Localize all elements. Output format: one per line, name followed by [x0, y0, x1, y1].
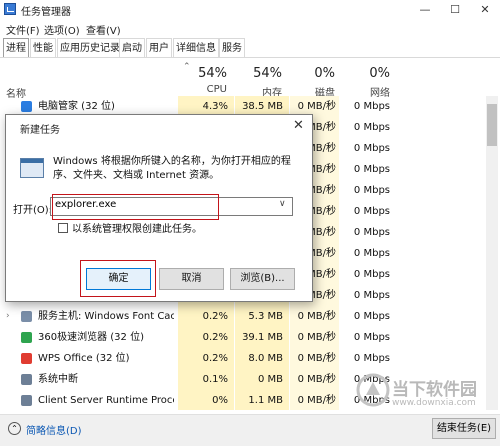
dialog-description: Windows 将根据你所键入的名称，为你打开相应的程序、文件夹、文档或 Int… — [53, 156, 291, 181]
tab-app-history[interactable]: 应用历史记录 — [57, 38, 123, 57]
system-icon — [21, 395, 32, 406]
table-row[interactable]: WPS Office (32 位) 0.2% 8.0 MB 0 MB/秒 0 Mbps — [0, 348, 500, 369]
shield-icon — [21, 101, 32, 112]
dialog-title: 新建任务 — [20, 125, 60, 136]
highlight-box-input — [52, 194, 219, 220]
watermark-url: www.downxia.com — [392, 398, 476, 408]
less-details-link[interactable]: 简略信息(D) — [26, 422, 82, 437]
menu-view[interactable]: 查看(V) — [86, 22, 121, 37]
process-name: 服务主机: Windows Font Cac... — [38, 311, 174, 322]
end-task-button[interactable]: 结束任务(E) — [432, 418, 496, 439]
gear-icon — [21, 311, 32, 322]
tab-details[interactable]: 详细信息 — [173, 38, 219, 57]
cpu-value: 0.2% — [202, 353, 228, 364]
cpu-value: 0.2% — [202, 332, 228, 343]
maximize-button[interactable]: ☐ — [440, 0, 470, 20]
network-value: 0 Mbps — [353, 185, 390, 196]
admin-checkbox-label[interactable]: 以系统管理权限创建此任务。 — [72, 220, 202, 235]
disk-value: 0 MB/秒 — [297, 353, 336, 364]
network-value: 0 Mbps — [353, 143, 390, 154]
network-value: 0 Mbps — [353, 206, 390, 217]
tab-performance[interactable]: 性能 — [30, 38, 56, 57]
close-button[interactable]: ✕ — [470, 0, 500, 20]
tab-startup[interactable]: 启动 — [119, 38, 145, 57]
watermark-text: 当下软件园 — [392, 380, 477, 400]
cpu-value: 0.2% — [202, 311, 228, 322]
admin-checkbox[interactable] — [58, 223, 68, 233]
wps-icon — [21, 353, 32, 364]
disk-value: 0 MB/秒 — [297, 332, 336, 343]
column-header-cpu[interactable]: CPU — [185, 84, 227, 95]
network-value: 0 Mbps — [353, 290, 390, 301]
process-name: Client Server Runtime Process — [38, 395, 174, 406]
network-value: 0 Mbps — [353, 353, 390, 364]
task-manager-icon — [4, 3, 16, 15]
menu-options[interactable]: 选项(O) — [44, 22, 80, 37]
cpu-total[interactable]: 54% — [185, 66, 227, 81]
expand-chevron-icon[interactable]: › — [6, 306, 10, 327]
browser-icon — [21, 332, 32, 343]
process-name: WPS Office (32 位) — [38, 353, 130, 364]
network-total[interactable]: 0% — [350, 66, 390, 81]
network-value: 0 Mbps — [353, 269, 390, 280]
disk-value: 0 MB/秒 — [297, 395, 336, 406]
window-title: 任务管理器 — [21, 7, 71, 18]
memory-value: 5.3 MB — [248, 311, 283, 322]
network-value: 0 Mbps — [353, 248, 390, 259]
cpu-value: 0.1% — [202, 374, 228, 385]
minimize-button[interactable]: — — [410, 0, 440, 20]
browse-button[interactable]: 浏览(B)... — [230, 268, 295, 290]
collapse-icon[interactable]: ⌃ — [8, 422, 21, 435]
menu-file[interactable]: 文件(F) — [6, 22, 40, 37]
tab-processes[interactable]: 进程 — [3, 38, 29, 57]
dialog-close-button[interactable]: ✕ — [293, 118, 304, 133]
cpu-value: 0% — [212, 395, 228, 406]
scrollbar-thumb[interactable] — [487, 104, 497, 146]
network-value: 0 Mbps — [353, 164, 390, 175]
network-value: 0 Mbps — [353, 332, 390, 343]
network-value: 0 Mbps — [353, 227, 390, 238]
table-row[interactable]: 360极速浏览器 (32 位) 0.2% 39.1 MB 0 MB/秒 0 Mbps — [0, 327, 500, 348]
chevron-down-icon[interactable]: ∨ — [279, 199, 286, 209]
watermark-logo-icon — [356, 373, 390, 407]
memory-total[interactable]: 54% — [238, 66, 282, 81]
memory-value: 0 MB — [257, 374, 283, 385]
tab-services[interactable]: 服务 — [219, 38, 245, 57]
run-icon — [20, 158, 44, 178]
process-name: 360极速浏览器 (32 位) — [38, 332, 144, 343]
network-value: 0 Mbps — [353, 311, 390, 322]
network-value: 0 Mbps — [353, 122, 390, 133]
new-task-dialog: 新建任务 ✕ Windows 将根据你所键入的名称，为你打开相应的程序、文件夹、… — [5, 114, 313, 302]
disk-value: 0 MB/秒 — [297, 374, 336, 385]
memory-value: 8.0 MB — [248, 353, 283, 364]
network-value: 0 Mbps — [353, 101, 390, 112]
memory-value: 39.1 MB — [242, 332, 283, 343]
tab-users[interactable]: 用户 — [146, 38, 172, 57]
disk-value: 0 MB/秒 — [297, 311, 336, 322]
memory-value: 1.1 MB — [248, 395, 283, 406]
disk-total[interactable]: 0% — [295, 66, 335, 81]
system-icon — [21, 374, 32, 385]
highlight-box-ok — [80, 260, 156, 297]
table-row[interactable]: › 服务主机: Windows Font Cac... 0.2% 5.3 MB 0 MB… — [0, 306, 500, 327]
cancel-button[interactable]: 取消 — [159, 268, 224, 290]
open-label: 打开(O): — [13, 205, 53, 216]
process-name: 系统中断 — [38, 374, 78, 385]
